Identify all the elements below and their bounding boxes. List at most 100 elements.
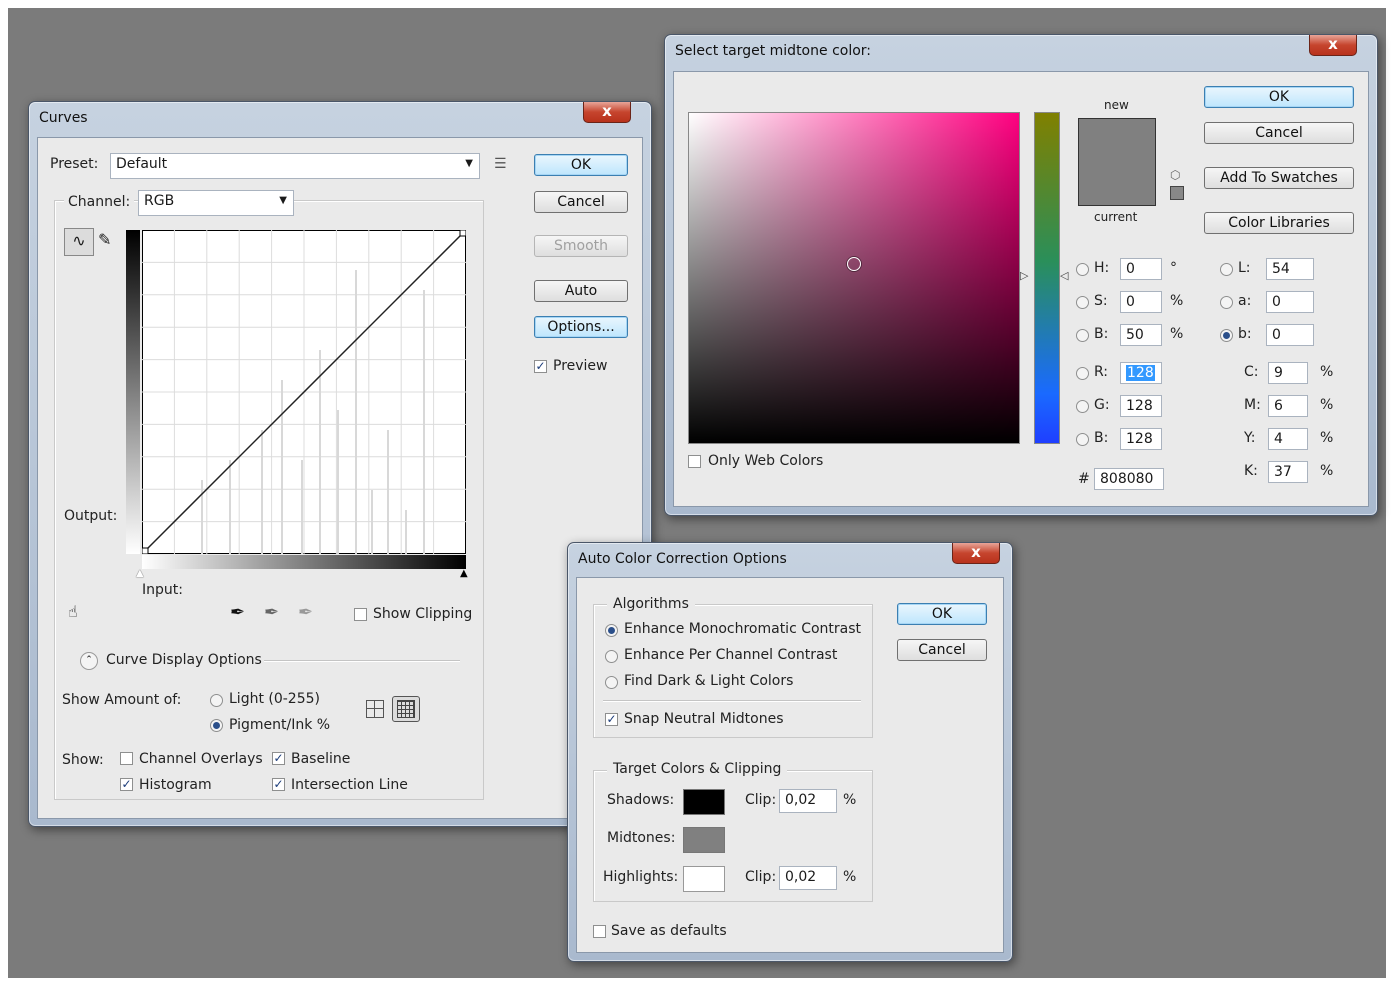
l-radio[interactable] (1220, 263, 1233, 276)
preview-checkbox[interactable]: ✓ (534, 360, 547, 373)
color-picker-close-button[interactable]: x (1309, 35, 1357, 56)
curves-cancel-button[interactable]: Cancel (534, 191, 628, 213)
pencil-icon[interactable]: ✎ (98, 230, 111, 249)
r-label: R: (1094, 364, 1109, 380)
detailed-grid-icon[interactable] (392, 696, 420, 722)
dark-light-label: Find Dark & Light Colors (624, 673, 794, 689)
highlights-label: Highlights: (603, 869, 679, 885)
picker-ok-button[interactable]: OK (1204, 86, 1354, 108)
blue-radio[interactable] (1076, 433, 1089, 446)
channel-overlays-checkbox[interactable] (120, 752, 133, 765)
blue-input[interactable]: 128 (1120, 428, 1162, 450)
auto-color-ok-button[interactable]: OK (897, 603, 987, 625)
m-input[interactable]: 6 (1268, 395, 1308, 417)
curves-close-button[interactable]: x (583, 102, 631, 123)
input-gradient-bar (142, 555, 466, 569)
a-radio[interactable] (1220, 296, 1233, 309)
r-input-value: 128 (1126, 365, 1155, 381)
y-label: Y: (1244, 430, 1256, 446)
show-clipping-label: Show Clipping (373, 606, 473, 622)
shadows-swatch[interactable] (683, 789, 725, 815)
smooth-button[interactable]: Smooth (534, 235, 628, 257)
intersection-line-label: Intersection Line (291, 777, 408, 793)
curves-graph[interactable] (142, 230, 466, 554)
y-input[interactable]: 4 (1268, 428, 1308, 450)
l-input[interactable]: 54 (1266, 258, 1314, 280)
gray-eyedropper-icon[interactable]: ✒ (264, 602, 279, 623)
intersection-line-checkbox[interactable]: ✓ (272, 778, 285, 791)
pigment-radio[interactable] (210, 719, 223, 732)
cube-icon[interactable]: ⬡ (1170, 168, 1180, 182)
auto-button[interactable]: Auto (534, 280, 628, 302)
g-input[interactable]: 128 (1120, 395, 1162, 417)
s-label: S: (1094, 293, 1108, 309)
show-clipping-checkbox[interactable] (354, 608, 367, 621)
collapse-icon[interactable]: ⌃ (80, 652, 98, 670)
r-radio[interactable] (1076, 367, 1089, 380)
black-eyedropper-icon[interactable]: ✒ (230, 602, 245, 623)
white-eyedropper-icon[interactable]: ✒ (298, 602, 313, 623)
color-libraries-button[interactable]: Color Libraries (1204, 212, 1354, 234)
picker-cancel-button[interactable]: Cancel (1204, 122, 1354, 144)
h-input[interactable]: 0 (1120, 258, 1162, 280)
light-radio[interactable] (210, 694, 223, 707)
a-input[interactable]: 0 (1266, 291, 1314, 313)
channel-value: RGB (144, 193, 175, 209)
new-color-swatch (1078, 118, 1156, 206)
auto-color-client: Algorithms Enhance Monochromatic Contras… (576, 577, 1004, 953)
s-radio[interactable] (1076, 296, 1089, 309)
only-web-colors-checkbox[interactable] (688, 455, 701, 468)
highlights-clip-input[interactable]: 0,02 (779, 866, 837, 890)
auto-color-cancel-button[interactable]: Cancel (897, 639, 987, 661)
brightness-unit: % (1170, 326, 1184, 342)
lab-b-radio[interactable] (1220, 329, 1233, 342)
preset-select[interactable]: Default ▼ (110, 153, 480, 179)
show-amount-label: Show Amount of: (62, 692, 182, 708)
dark-light-radio[interactable] (605, 676, 618, 689)
curve-display-options-label: Curve Display Options (106, 652, 262, 668)
shadows-clip-input[interactable]: 0,02 (779, 789, 837, 813)
g-radio[interactable] (1076, 400, 1089, 413)
s-input[interactable]: 0 (1120, 291, 1162, 313)
histogram-checkbox[interactable]: ✓ (120, 778, 133, 791)
on-image-adjust-icon[interactable]: ☝ (68, 602, 78, 621)
black-point-slider[interactable]: ▲ (460, 568, 468, 579)
simple-grid-icon[interactable] (366, 700, 384, 718)
options-button[interactable]: Options... (534, 316, 628, 338)
lab-b-input[interactable]: 0 (1266, 324, 1314, 346)
hue-slider-left-arrow[interactable]: ▷ (1020, 269, 1028, 282)
auto-color-dialog: Auto Color Correction Options x Algorith… (567, 542, 1013, 962)
histogram-label: Histogram (139, 777, 212, 793)
preset-menu-icon[interactable]: ☰ (494, 156, 507, 172)
h-unit: ° (1170, 260, 1177, 276)
hex-input[interactable]: 808080 (1094, 468, 1164, 490)
baseline-checkbox[interactable]: ✓ (272, 752, 285, 765)
m-label: M: (1244, 397, 1261, 413)
add-to-swatches-button[interactable]: Add To Swatches (1204, 167, 1354, 189)
web-safe-swatch-icon[interactable] (1170, 186, 1184, 200)
color-field-cursor[interactable] (847, 257, 861, 271)
highlights-swatch[interactable] (683, 866, 725, 892)
color-field[interactable] (688, 112, 1020, 444)
c-input[interactable]: 9 (1268, 362, 1308, 384)
brightness-input[interactable]: 50 (1120, 324, 1162, 346)
r-input[interactable]: 128 (1120, 362, 1162, 384)
h-radio[interactable] (1076, 263, 1089, 276)
white-point-slider[interactable]: ▲ (136, 568, 144, 579)
hue-slider-right-arrow[interactable]: ◁ (1060, 269, 1068, 282)
channel-select[interactable]: RGB ▼ (138, 190, 294, 216)
highlights-clip-pct: % (843, 869, 857, 885)
curve-point-tool-icon[interactable]: ∿ (64, 228, 94, 256)
brightness-radio[interactable] (1076, 329, 1089, 342)
curves-ok-button[interactable]: OK (534, 154, 628, 176)
snap-neutral-checkbox[interactable]: ✓ (605, 713, 618, 726)
midtones-swatch[interactable] (683, 827, 725, 853)
m-unit: % (1320, 397, 1334, 413)
monochromatic-radio[interactable] (605, 624, 618, 637)
curves-client: Preset: Default ▼ ☰ OK Cancel Smooth Aut… (37, 137, 643, 819)
hue-slider[interactable] (1034, 112, 1060, 444)
auto-color-close-button[interactable]: x (952, 543, 1000, 564)
k-input[interactable]: 37 (1268, 461, 1308, 483)
save-defaults-checkbox[interactable] (593, 925, 606, 938)
per-channel-radio[interactable] (605, 650, 618, 663)
